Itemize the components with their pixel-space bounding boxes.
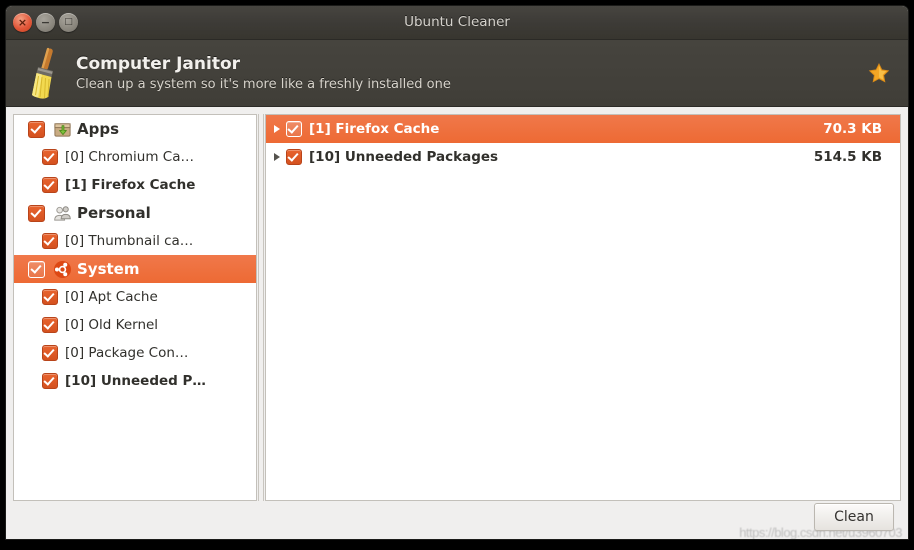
sidebar-item[interactable]: [1] Firefox Cache — [14, 171, 256, 199]
sidebar-item-label: [10] Unneeded P… — [65, 373, 206, 389]
sidebar-item-checkbox[interactable] — [28, 204, 45, 222]
sidebar-item-label: [0] Package Con… — [65, 345, 189, 361]
sidebar-item-checkbox[interactable] — [42, 373, 58, 389]
sidebar-item[interactable]: [0] Package Con… — [14, 339, 256, 367]
sidebar-item[interactable]: [0] Old Kernel — [14, 311, 256, 339]
sidebar-item-label: Apps — [77, 120, 120, 138]
sidebar-item-label: [0] Thumbnail ca… — [65, 233, 194, 249]
sidebar-item[interactable]: [0] Apt Cache — [14, 283, 256, 311]
ubuntu-icon — [52, 259, 72, 279]
sidebar-item-checkbox[interactable] — [42, 289, 58, 305]
sidebar-item[interactable]: Personal — [14, 199, 256, 227]
page-title: Computer Janitor — [76, 54, 241, 74]
expand-triangle-icon[interactable] — [270, 125, 284, 133]
pane-splitter[interactable] — [258, 114, 264, 501]
list-item[interactable]: [10] Unneeded Packages 514.5 KB — [266, 143, 900, 171]
list-item-checkbox[interactable] — [286, 149, 302, 165]
list-item-checkbox[interactable] — [286, 121, 302, 137]
sidebar-item-label: Personal — [77, 204, 151, 222]
sidebar-item-checkbox[interactable] — [42, 149, 58, 165]
sidebar-item[interactable]: Apps — [14, 115, 256, 143]
expand-triangle-icon[interactable] — [270, 153, 284, 161]
sidebar-item-label: [1] Firefox Cache — [65, 177, 196, 193]
content-area: Apps [0] Chromium Ca… [1] Firefox Cache Per… — [6, 107, 908, 501]
clean-button[interactable]: Clean — [814, 503, 894, 531]
footer-bar: https://blog.csdn.net/u3960703 Clean — [6, 501, 908, 539]
list-item-label: [1] Firefox Cache — [309, 121, 440, 137]
star-icon[interactable] — [868, 62, 890, 84]
list-item-size: 514.5 KB — [813, 149, 882, 165]
sidebar-item-checkbox[interactable] — [42, 317, 58, 333]
list-item-label: [10] Unneeded Packages — [309, 149, 499, 165]
sidebar-item-checkbox[interactable] — [42, 233, 58, 249]
cleaner-item-list[interactable]: [1] Firefox Cache 70.3 KB [10] Unneeded Pa… — [265, 114, 901, 501]
window-title: Ubuntu Cleaner — [404, 14, 510, 30]
sidebar-item[interactable]: [0] Thumbnail ca… — [14, 227, 256, 255]
list-item[interactable]: [1] Firefox Cache 70.3 KB — [266, 115, 900, 143]
sidebar-item-checkbox[interactable] — [28, 120, 45, 138]
sidebar-item-checkbox[interactable] — [42, 177, 58, 193]
sidebar-item-checkbox[interactable] — [28, 260, 45, 278]
sidebar-item[interactable]: [0] Chromium Ca… — [14, 143, 256, 171]
people-icon — [52, 203, 72, 223]
sidebar-item[interactable]: System — [14, 255, 256, 283]
chevron-right-icon — [274, 153, 280, 161]
package-icon — [52, 119, 72, 139]
category-tree[interactable]: Apps [0] Chromium Ca… [1] Firefox Cache Per… — [13, 114, 257, 501]
sidebar-item-label: [0] Chromium Ca… — [65, 149, 195, 165]
title-bar: × − □ Ubuntu Cleaner — [6, 6, 908, 40]
header-text-block: Computer Janitor Clean up a system so it… — [76, 54, 868, 92]
sidebar-item-label: System — [77, 260, 140, 278]
list-item-size: 70.3 KB — [823, 121, 882, 137]
sidebar-item-label: [0] Old Kernel — [65, 317, 159, 333]
page-subtitle: Clean up a system so it's more like a fr… — [76, 77, 451, 92]
app-header: Computer Janitor Clean up a system so it… — [6, 40, 908, 107]
broom-icon — [32, 47, 53, 99]
sidebar-item-label: [0] Apt Cache — [65, 289, 158, 305]
sidebar-item[interactable]: [10] Unneeded P… — [14, 367, 256, 395]
application-window: × − □ Ubuntu Cleaner Computer Janitor Cl… — [6, 6, 908, 539]
chevron-right-icon — [274, 125, 280, 133]
sidebar-item-checkbox[interactable] — [42, 345, 58, 361]
